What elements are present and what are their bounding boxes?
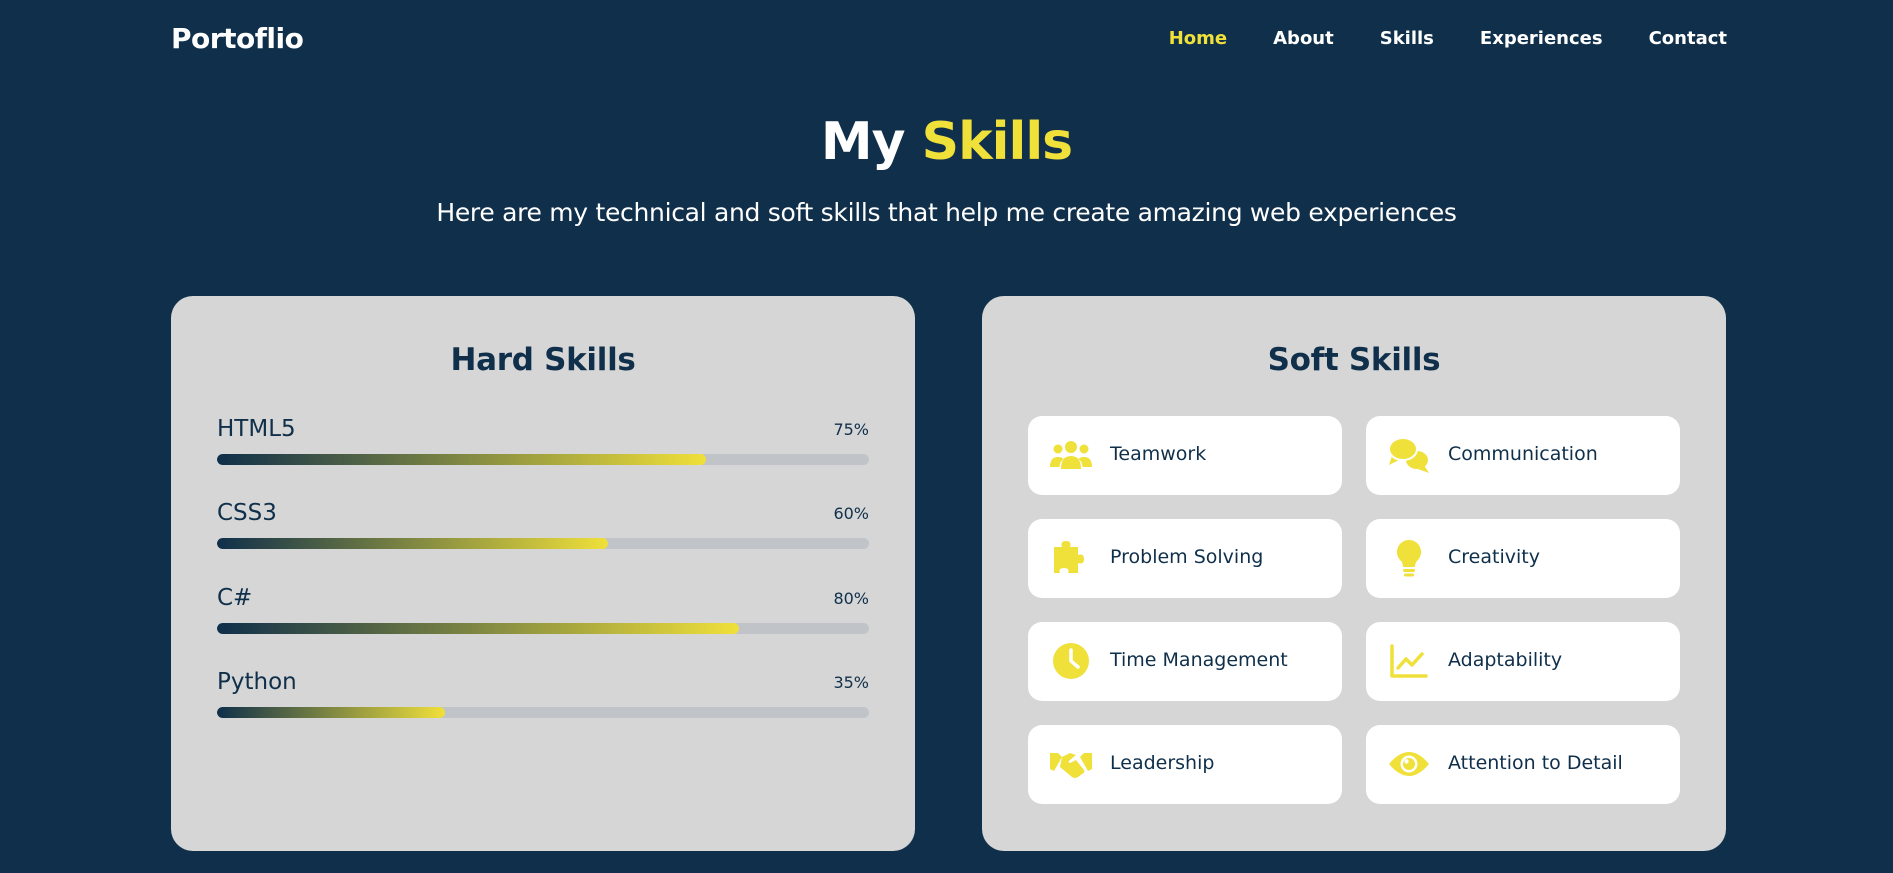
soft-skill-label: Creativity [1448, 546, 1540, 568]
skill-percent: 80% [833, 589, 869, 608]
puzzle-icon [1050, 539, 1092, 577]
soft-skills-card: Soft Skills Teamwork Communication Probl… [982, 296, 1726, 851]
nav-link-about[interactable]: About [1273, 28, 1334, 49]
soft-skill-label: Attention to Detail [1448, 752, 1623, 774]
skill-name: C# [217, 585, 253, 611]
chat-bubbles-icon [1388, 436, 1430, 474]
line-chart-icon [1388, 642, 1430, 680]
soft-skill-label: Adaptability [1448, 649, 1563, 671]
nav-links: Home About Skills Experiences Contact [1123, 28, 1727, 49]
soft-skill-attention-to-detail[interactable]: Attention to Detail [1366, 725, 1680, 804]
skill-progress-track [217, 454, 869, 465]
soft-skill-label: Teamwork [1110, 443, 1207, 465]
page-title: My Skills [0, 112, 1893, 172]
handshake-icon [1050, 745, 1092, 783]
page-title-accent: Skills [921, 112, 1073, 172]
soft-skill-teamwork[interactable]: Teamwork [1028, 416, 1342, 495]
soft-skill-creativity[interactable]: Creativity [1366, 519, 1680, 598]
soft-skill-leadership[interactable]: Leadership [1028, 725, 1342, 804]
skill-progress-fill [217, 454, 706, 465]
skill-name: CSS3 [217, 500, 277, 526]
skill-progress-track [217, 538, 869, 549]
soft-skills-grid: Teamwork Communication Problem Solving C… [1028, 416, 1680, 806]
skill-name: Python [217, 669, 297, 695]
skill-progress-track [217, 707, 869, 718]
page-title-plain: My [820, 112, 906, 172]
nav-link-skills[interactable]: Skills [1380, 28, 1434, 49]
soft-skill-label: Time Management [1110, 649, 1288, 671]
clock-icon [1050, 642, 1092, 680]
hard-skills-card: Hard Skills HTML5 75% CSS3 60% C# 80% Py… [171, 296, 915, 851]
skill-name: HTML5 [217, 416, 296, 442]
nav-link-contact[interactable]: Contact [1649, 28, 1727, 49]
skill-percent: 35% [833, 673, 869, 692]
lightbulb-icon [1388, 539, 1430, 577]
skill-percent: 75% [833, 420, 869, 439]
skill-percent: 60% [833, 504, 869, 523]
soft-skill-label: Problem Solving [1110, 546, 1264, 568]
soft-skill-communication[interactable]: Communication [1366, 416, 1680, 495]
soft-skills-title: Soft Skills [1267, 342, 1441, 378]
skill-progress-fill [217, 538, 609, 549]
eye-icon [1388, 745, 1430, 783]
page-subtitle: Here are my technical and soft skills th… [436, 198, 1457, 227]
nav-link-home[interactable]: Home [1169, 28, 1227, 49]
skill-progress-track [217, 623, 869, 634]
top-navbar: Portoflio Home About Skills Experiences … [0, 0, 1893, 78]
soft-skill-time-management[interactable]: Time Management [1028, 622, 1342, 701]
skill-progress-fill [217, 623, 739, 634]
site-logo[interactable]: Portoflio [171, 22, 304, 55]
nav-link-experiences[interactable]: Experiences [1480, 28, 1603, 49]
users-icon [1050, 436, 1092, 474]
soft-skill-problem-solving[interactable]: Problem Solving [1028, 519, 1342, 598]
soft-skill-label: Leadership [1110, 752, 1215, 774]
soft-skill-adaptability[interactable]: Adaptability [1366, 622, 1680, 701]
soft-skill-label: Communication [1448, 443, 1598, 465]
hard-skills-title: Hard Skills [450, 342, 636, 378]
skill-progress-fill [217, 707, 446, 718]
